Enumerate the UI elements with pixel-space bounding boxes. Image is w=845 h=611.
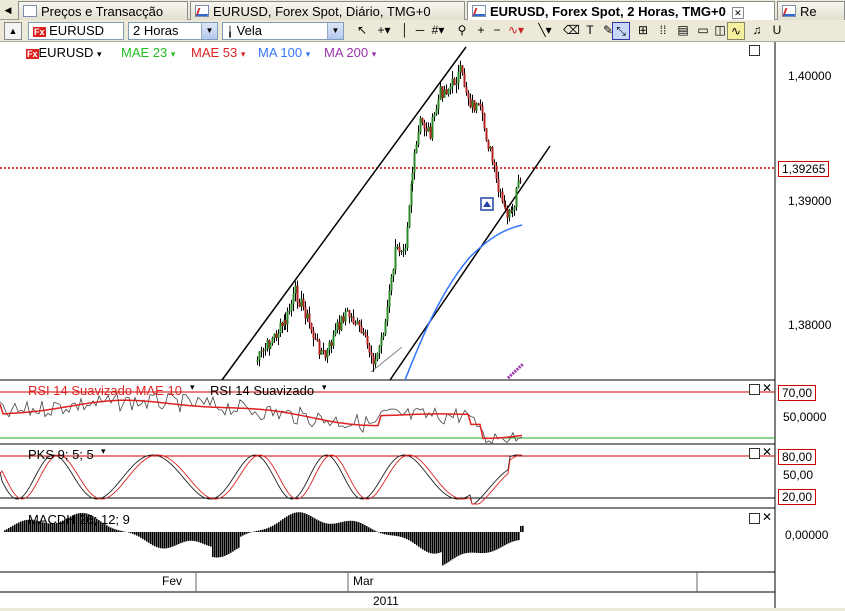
- chevron-down-icon: ▾: [306, 49, 311, 59]
- chart-type-select[interactable]: ╽ Vela ▼: [222, 22, 344, 40]
- legend-mae23[interactable]: MAE 23 ▾: [121, 45, 175, 60]
- stoch-level-mid: 50,00: [783, 468, 813, 482]
- indicator-icon[interactable]: ∿▾: [505, 22, 527, 40]
- pks-label[interactable]: PKS 9; 5; 5: [28, 447, 94, 462]
- zoom-fit-icon[interactable]: ⊞: [635, 22, 651, 40]
- rsi-smoothed-label[interactable]: RSI 14 Suavizado: [210, 383, 314, 398]
- symbol-field[interactable]: Fx EURUSD: [28, 22, 124, 40]
- magnifier-icon[interactable]: ⚲: [455, 22, 469, 40]
- legend-ma100[interactable]: MA 100 ▾: [258, 45, 310, 60]
- tab-re[interactable]: Re: [777, 1, 845, 20]
- price-pane: [0, 47, 775, 380]
- time-label-fev: Fev: [162, 574, 182, 588]
- table-icon[interactable]: ▤: [675, 22, 691, 40]
- legend-mae53[interactable]: MAE 53 ▾: [191, 45, 245, 60]
- chevron-down-icon[interactable]: ▼: [201, 23, 217, 39]
- forex-badge-icon: Fx: [33, 27, 46, 37]
- current-price-label: 1,39265: [778, 161, 829, 177]
- price-tick: 1,39000: [788, 194, 831, 208]
- stoch-level-low: 20,00: [778, 489, 816, 505]
- pane-maximize-icon[interactable]: [749, 45, 760, 56]
- pane-close-icon[interactable]: ✕: [762, 381, 772, 395]
- auto-scale-icon[interactable]: ⤡: [612, 22, 630, 40]
- price-tick: 1,40000: [788, 69, 831, 83]
- horizontal-line-icon[interactable]: ─: [413, 22, 427, 40]
- rsi-smoothed-mae-label[interactable]: RSI 14 Suavizado MAE 10: [28, 383, 182, 398]
- chevron-down-icon[interactable]: ▾: [322, 382, 327, 393]
- pane-maximize-icon[interactable]: [749, 448, 760, 459]
- eraser-icon[interactable]: ⌫: [563, 22, 579, 40]
- stoch-level-high: 80,00: [778, 449, 816, 465]
- chevron-down-icon[interactable]: ▾: [190, 382, 195, 393]
- magnet-icon[interactable]: U: [770, 22, 784, 40]
- tab-eurusd-diario[interactable]: EURUSD, Forex Spot, Diário, TMG+0: [190, 1, 465, 20]
- grid-icon[interactable]: #▾: [428, 22, 448, 40]
- vertical-line-icon[interactable]: │: [398, 22, 412, 40]
- macdh-label[interactable]: MACDH 26; 12; 9: [28, 512, 130, 527]
- rsi-level-mid: 50,0000: [783, 410, 826, 424]
- rsi-pane: [0, 392, 775, 443]
- window-icon[interactable]: ▭: [695, 22, 711, 40]
- trendline-icon[interactable]: ╲▾: [534, 22, 556, 40]
- stoch-pane: [0, 455, 775, 504]
- chevron-down-icon[interactable]: ▾: [97, 49, 102, 59]
- legend-ma200[interactable]: MA 200 ▾: [324, 45, 376, 60]
- arrows-icon: [23, 5, 37, 17]
- chevron-down-icon[interactable]: ▾: [101, 446, 106, 457]
- bell-icon[interactable]: ♫: [750, 22, 764, 40]
- oscillator-toggle-icon[interactable]: ∿: [727, 22, 745, 40]
- legend-symbol[interactable]: FxEURUSD ▾: [26, 45, 102, 60]
- time-label-mar: Mar: [353, 574, 374, 588]
- crosshair-icon[interactable]: +▾: [373, 22, 395, 40]
- chevron-down-icon[interactable]: ▼: [327, 23, 343, 39]
- rsi-level-high: 70,00: [778, 385, 816, 401]
- pane-maximize-icon[interactable]: [749, 513, 760, 524]
- chevron-down-icon: ▾: [241, 49, 246, 59]
- pane-maximize-icon[interactable]: [749, 384, 760, 395]
- timeframe-select[interactable]: 2 Horas ▼: [128, 22, 218, 40]
- text-tool-icon[interactable]: T: [582, 22, 598, 40]
- collapse-up-icon[interactable]: ▲: [4, 22, 22, 40]
- zoom-out-icon[interactable]: −: [490, 22, 504, 40]
- tab-bar: Preços e Transacção EURUSD, Forex Spot, …: [0, 0, 845, 20]
- pane-close-icon[interactable]: ✕: [762, 445, 772, 459]
- chart-icon: [195, 5, 209, 17]
- chevron-down-icon: ▾: [171, 49, 176, 59]
- chart-icon: [782, 5, 796, 17]
- forex-badge-icon: Fx: [26, 49, 39, 59]
- pane-close-icon[interactable]: ✕: [762, 510, 772, 524]
- chart-area[interactable]: FxEURUSD ▾ MAE 23 ▾ MAE 53 ▾ MA 100 ▾ MA…: [0, 42, 845, 608]
- chart-toolbar: ▲ Fx EURUSD 2 Horas ▼ ╽ Vela ▼ ↖ +▾ │ ─ …: [0, 20, 845, 42]
- macd-level-zero: 0,00000: [785, 528, 828, 542]
- tab-precos-transaccao[interactable]: Preços e Transacção: [18, 1, 188, 20]
- dots-grid-icon[interactable]: ⁞⁞: [655, 22, 671, 40]
- scroll-left-icon[interactable]: ◀: [1, 2, 15, 20]
- time-label-year: 2011: [373, 594, 399, 608]
- candle-icon: ╽: [227, 27, 233, 38]
- zoom-in-icon[interactable]: +: [474, 22, 488, 40]
- chart-icon: [472, 5, 486, 17]
- close-tab-icon[interactable]: ✕: [732, 7, 744, 19]
- chevron-down-icon: ▾: [372, 49, 377, 59]
- tab-eurusd-2horas[interactable]: EURUSD, Forex Spot, 2 Horas, TMG+0✕: [467, 1, 775, 21]
- chart-small-icon[interactable]: ◫: [712, 22, 728, 40]
- cursor-icon[interactable]: ↖: [355, 22, 369, 40]
- price-tick: 1,38000: [788, 318, 831, 332]
